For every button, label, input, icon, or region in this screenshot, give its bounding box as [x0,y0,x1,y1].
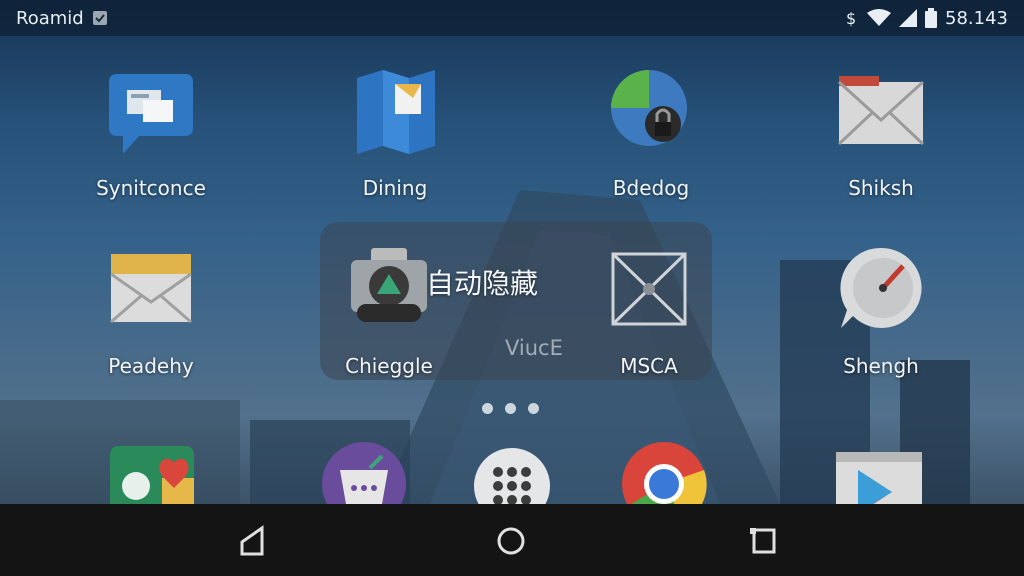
envelope-icon [103,244,199,340]
app-label: Shiksh [848,176,914,200]
page-indicator [482,403,539,414]
status-bar: Roamid $ 58.143 [0,0,1024,36]
app-bdedog[interactable]: Bdedog [566,66,736,216]
back-icon[interactable] [230,520,274,564]
app-dining[interactable]: Dining [310,66,480,216]
svg-text:$: $ [846,9,856,28]
page-dot [482,403,493,414]
app-label: Chieggle [345,354,433,378]
app-msca[interactable]: MSCA [564,244,734,394]
recents-icon[interactable] [742,520,786,564]
clock: 58.143 [945,7,1008,29]
app-label: Peadehy [108,354,194,378]
wifi-icon [867,9,892,27]
home-icon[interactable] [489,520,533,564]
lock-icon [603,66,699,162]
clock-icon [833,244,929,340]
carrier-label: Roamid [16,7,84,29]
app-peadehy[interactable]: Peadehy [66,244,236,394]
check-icon [92,10,108,26]
app-label: MSCA [620,354,678,378]
app-label: Shengh [843,354,919,378]
map-icon [347,66,443,162]
frame-icon [601,244,697,340]
app-chieggle[interactable]: Chieggle [304,244,474,394]
app-shiksh[interactable]: Shiksh [796,66,966,216]
mail-icon [833,66,929,162]
app-shengh[interactable]: Shengh [796,244,966,394]
battery-icon [925,8,938,28]
page-dot [505,403,516,414]
app-label: Synitconce [96,176,206,200]
camera-icon [341,244,437,340]
data-icon: $ [845,8,859,28]
app-label: Dining [362,176,428,200]
app-synitconce[interactable]: Synitconce [66,66,236,216]
signal-icon [899,9,918,27]
chat-icon [103,66,199,162]
app-label: Bdedog [612,176,690,200]
page-dot [528,403,539,414]
popup-subtitle: ViucE [505,336,563,360]
